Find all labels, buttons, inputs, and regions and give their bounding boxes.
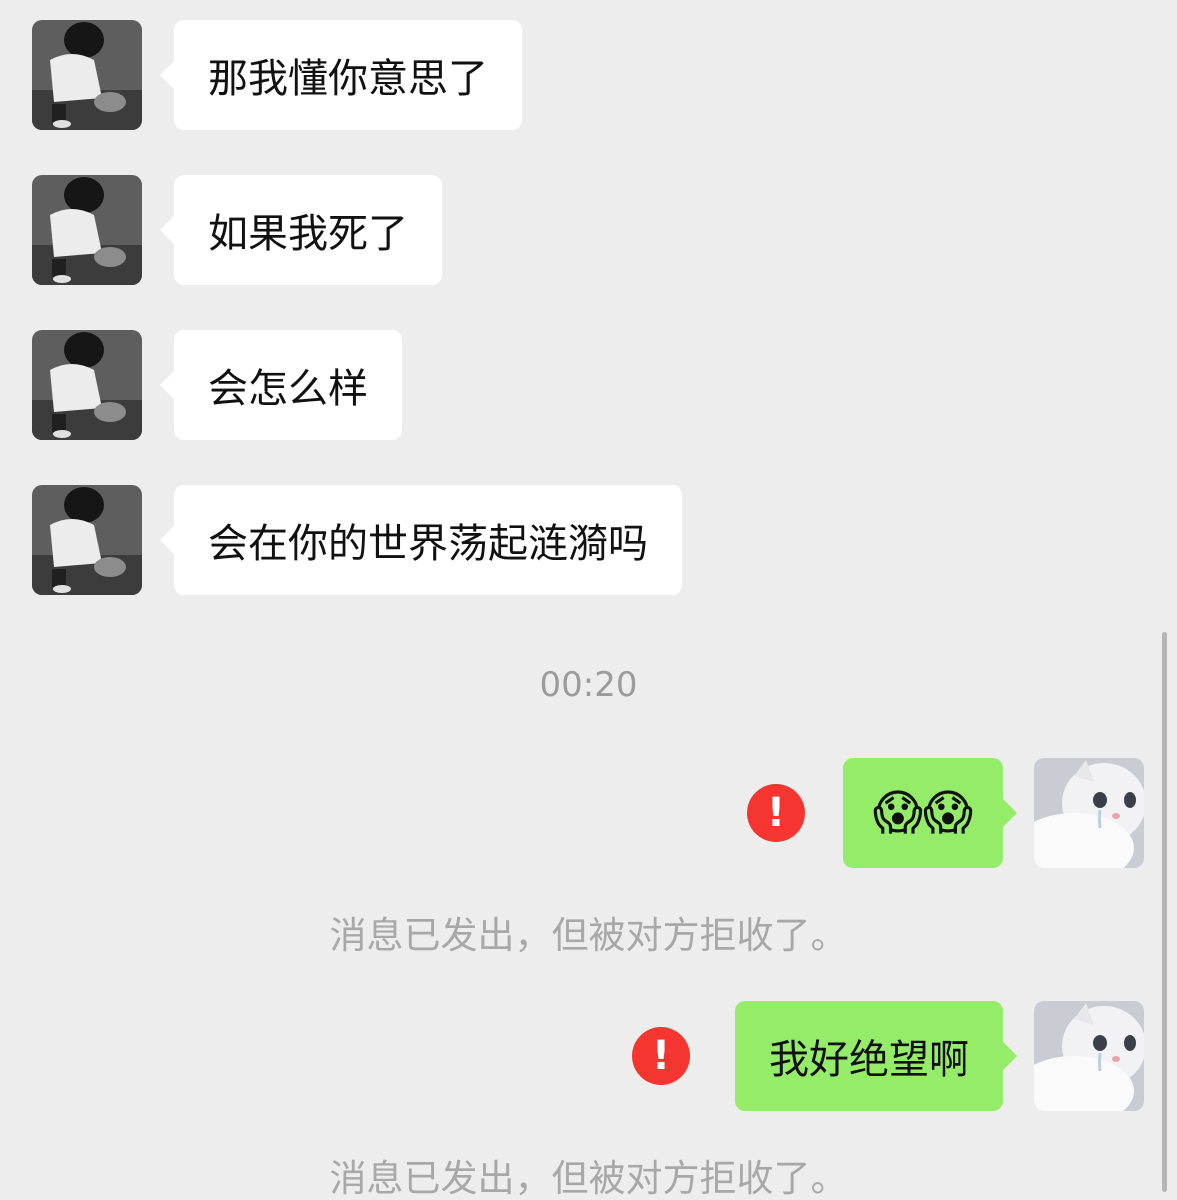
error-icon[interactable]: ! <box>747 784 805 842</box>
self-avatar[interactable] <box>1034 758 1144 868</box>
message-text: 😱😱 <box>872 785 973 841</box>
system-notice-rejected: 消息已发出，但被对方拒收了。 <box>329 1157 848 1200</box>
contact-avatar-image <box>32 485 142 595</box>
self-avatar[interactable] <box>1034 1001 1144 1111</box>
contact-avatar[interactable] <box>32 485 142 595</box>
message-timestamp: 00:20 <box>539 665 638 705</box>
contact-avatar[interactable] <box>32 20 142 130</box>
message-text: 如果我死了 <box>208 211 408 257</box>
incoming-message-bubble[interactable]: 会怎么样 <box>160 330 402 440</box>
contact-avatar[interactable] <box>32 175 142 285</box>
chat-area[interactable]: 那我懂你意思了 如果我死了 会怎么样 会在你的世界荡起涟漪吗 00:20 ! 😱… <box>0 0 1177 1200</box>
message-text: 会怎么样 <box>208 366 368 412</box>
system-notice-rejected: 消息已发出，但被对方拒收了。 <box>329 914 848 957</box>
incoming-message-bubble[interactable]: 会在你的世界荡起涟漪吗 <box>160 485 682 595</box>
self-avatar-image <box>1034 1001 1144 1111</box>
message-text: 会在你的世界荡起涟漪吗 <box>208 521 648 567</box>
error-glyph: ! <box>651 1033 671 1079</box>
scrollbar[interactable] <box>1162 632 1167 1192</box>
contact-avatar-image <box>32 330 142 440</box>
outgoing-message-bubble[interactable]: 😱😱 <box>842 758 1018 868</box>
message-text: 那我懂你意思了 <box>208 56 488 102</box>
contact-avatar[interactable] <box>32 330 142 440</box>
error-icon[interactable]: ! <box>632 1027 690 1085</box>
self-avatar-image <box>1034 758 1144 868</box>
outgoing-message-bubble[interactable]: 我好绝望啊 <box>735 1001 1017 1111</box>
message-text: 我好绝望啊 <box>769 1037 969 1083</box>
incoming-message-bubble[interactable]: 那我懂你意思了 <box>160 20 522 130</box>
contact-avatar-image <box>32 20 142 130</box>
contact-avatar-image <box>32 175 142 285</box>
error-glyph: ! <box>766 790 786 836</box>
incoming-message-bubble[interactable]: 如果我死了 <box>160 175 442 285</box>
